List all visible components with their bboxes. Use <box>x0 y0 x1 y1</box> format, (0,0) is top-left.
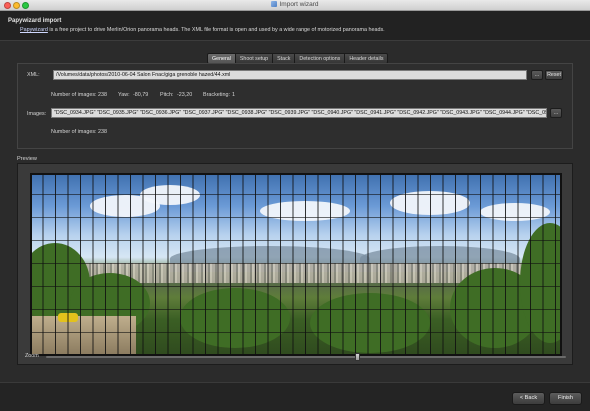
preview-label: Preview <box>17 156 37 162</box>
images-list-field[interactable]: "DSC_0934.JPG" "DSC_0935.JPG" "DSC_0936.… <box>51 108 547 118</box>
wizard-title: Papywizard import <box>8 18 62 24</box>
preview-area <box>17 163 573 365</box>
images-browse-button[interactable]: ... <box>550 108 562 118</box>
images-count-value: 238 <box>98 129 107 135</box>
xml-label: XML: <box>27 72 40 78</box>
panorama-preview-image[interactable] <box>30 173 562 356</box>
wizard-description: Papywizard is a free project to drive Me… <box>20 27 385 33</box>
images-label: Images: <box>27 111 47 117</box>
bracketing-value: 1 <box>232 92 235 98</box>
zoom-label: Zoom <box>25 353 39 359</box>
back-button[interactable]: < Back <box>512 392 545 405</box>
papywizard-link[interactable]: Papywizard <box>20 27 48 33</box>
num-images-value: 238 <box>98 92 107 98</box>
yaw-label: Yaw: <box>118 92 130 98</box>
wizard-header: Papywizard import Papywizard is a free p… <box>0 11 590 41</box>
pitch-label: Pitch: <box>160 92 174 98</box>
xml-path-field[interactable]: /Volumes/data/photos/2010-06-04 Salon Fn… <box>53 70 527 80</box>
window-title: Import wizard <box>279 1 319 8</box>
bracketing-label: Bracketing: <box>203 92 230 98</box>
preview-border <box>30 173 562 356</box>
yaw-value: -80,79 <box>133 92 149 98</box>
zoom-slider[interactable] <box>46 353 566 361</box>
num-images-label: Number of images: <box>51 92 97 98</box>
finish-button[interactable]: Finish <box>549 392 582 405</box>
zoom-slider-thumb[interactable] <box>355 353 360 361</box>
pitch-value: -23,20 <box>177 92 193 98</box>
wizard-description-text: is a free project to drive Merlin/Orion … <box>47 27 385 33</box>
window-title-container: Import wizard <box>0 1 590 8</box>
xml-reset-button[interactable]: Reset <box>545 70 563 80</box>
wizard-footer: < Back Finish <box>0 382 590 411</box>
xml-browse-button[interactable]: ... <box>531 70 543 80</box>
app-icon <box>271 1 278 7</box>
title-bar: Import wizard <box>0 0 590 11</box>
images-count-label: Number of images: <box>51 129 97 135</box>
